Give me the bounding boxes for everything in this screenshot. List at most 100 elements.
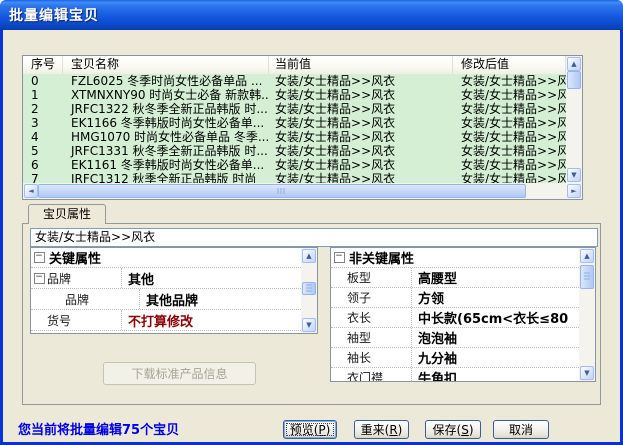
attribute-label: 领子 <box>347 288 412 307</box>
window-title: 批量编辑宝贝 <box>9 5 99 25</box>
attribute-value[interactable]: 其他 <box>122 269 301 288</box>
cell-current: 女装/女士精品>>风衣 <box>269 88 453 102</box>
attribute-row[interactable]: − 衣长 中长款(65cm<衣长≤80 <box>331 308 579 328</box>
cell-name: FZL6025 冬季时尚女性必备单品 ... <box>63 74 269 88</box>
nonkey-attributes-panel: − 非关键属性 − 板型 高腰型 − 领子 方领 <box>330 247 596 382</box>
vertical-scroll-thumb[interactable] <box>567 71 581 89</box>
cell-name: JRFC1312 秋季全新正品韩版 时尚 <box>63 172 269 183</box>
cell-current: 女装/女士精品>>风衣 <box>269 130 453 144</box>
table-row[interactable]: 7 JRFC1312 秋季全新正品韩版 时尚 女装/女士精品>>风衣 女装/女士… <box>23 172 566 183</box>
attribute-value[interactable]: 九分袖 <box>412 348 579 367</box>
vertical-scroll-thumb[interactable] <box>302 282 316 295</box>
redo-button[interactable]: 重来(R) <box>354 420 409 439</box>
cell-current: 女装/女士精品>>风衣 <box>269 116 453 130</box>
table-row[interactable]: 4 HMG1070 时尚女性必备单品 冬季... 女装/女士精品>>风衣 女装/… <box>23 130 566 144</box>
listview-header: 序号 宝贝名称 当前值 修改后值 <box>23 56 566 75</box>
attribute-row[interactable]: − 衣门襟 牛角扣 <box>331 368 579 381</box>
attribute-row[interactable]: − 品牌 其他 <box>31 268 301 289</box>
download-product-info-button[interactable]: 下载标准产品信息 <box>103 362 256 385</box>
table-row[interactable]: 2 JRFC1322 秋冬季全新正品韩版 时... 女装/女士精品>>风衣 女装… <box>23 102 566 116</box>
attribute-row[interactable]: − 货号 不打算修改 <box>31 310 301 331</box>
cell-index: 3 <box>23 116 63 130</box>
cell-modified: 女装/女士精品>>风衣 <box>453 144 566 158</box>
cell-current: 女装/女士精品>>风衣 <box>269 158 453 172</box>
thumb-grip-icon <box>584 273 590 282</box>
cell-index: 5 <box>23 144 63 158</box>
scroll-up-button[interactable]: ▲ <box>302 249 316 263</box>
cell-modified: 女装/女士精品>>风衣 <box>453 158 566 172</box>
scroll-down-button[interactable]: ▼ <box>580 366 594 380</box>
attribute-value[interactable]: 牛角扣 <box>412 368 579 381</box>
attribute-value[interactable]: 高腰型 <box>412 268 579 287</box>
cell-name: JRFC1322 秋冬季全新正品韩版 时... <box>63 102 269 116</box>
attribute-value[interactable]: 其他品牌 <box>140 290 301 309</box>
cell-current: 女装/女士精品>>风衣 <box>269 74 453 88</box>
key-attributes-title: 关键属性 <box>47 248 101 267</box>
cell-modified: 女装/女士精品>>风衣 <box>453 74 566 88</box>
collapse-icon[interactable]: − <box>34 252 45 263</box>
cell-index: 7 <box>23 172 63 183</box>
scroll-left-button[interactable]: ◄ <box>24 184 38 198</box>
column-header-current[interactable]: 当前值 <box>269 56 453 74</box>
column-header-index[interactable]: 序号 <box>23 56 63 74</box>
scroll-right-button[interactable]: ► <box>567 184 581 198</box>
attribute-label: 衣长 <box>347 308 412 327</box>
horizontal-scroll-thumb[interactable] <box>38 184 526 198</box>
attribute-row[interactable]: − 板型 高腰型 <box>331 268 579 288</box>
tab-item-attributes[interactable]: 宝贝属性 <box>28 204 106 224</box>
scroll-down-button[interactable]: ▼ <box>302 318 316 332</box>
attribute-label: 板型 <box>347 268 412 287</box>
cell-name: XTMNXNY90 时尚女士必备 新款韩... <box>63 88 269 102</box>
cell-index: 1 <box>23 88 63 102</box>
nonkey-attributes-title: 非关键属性 <box>347 248 414 267</box>
attribute-value[interactable]: 中长款(65cm<衣长≤80 <box>412 308 579 327</box>
cancel-button[interactable]: 取消 <box>493 420 549 439</box>
table-row[interactable]: 1 XTMNXNY90 时尚女士必备 新款韩... 女装/女士精品>>风衣 女装… <box>23 88 566 102</box>
attribute-row[interactable]: − 袖型 泡泡袖 <box>331 328 579 348</box>
cell-modified: 女装/女士精品>>风衣 <box>453 130 566 144</box>
scroll-up-button[interactable]: ▲ <box>580 249 594 263</box>
table-row[interactable]: 6 EK1161 冬季韩版时尚女性必备单... 女装/女士精品>>风衣 女装/女… <box>23 158 566 172</box>
attribute-row[interactable]: − 袖长 九分袖 <box>331 348 579 368</box>
attribute-row[interactable]: − 领子 方领 <box>331 288 579 308</box>
category-path-field[interactable]: 女装/女士精品>>风衣 <box>30 228 598 247</box>
cell-modified: 女装/女士精品>>风衣 <box>453 102 566 116</box>
cell-name: HMG1070 时尚女性必备单品 冬季... <box>63 130 269 144</box>
scroll-down-button[interactable]: ▼ <box>567 168 581 182</box>
table-row[interactable]: 3 EK1166 冬季韩版时尚女性必备单... 女装/女士精品>>风衣 女装/女… <box>23 116 566 130</box>
vertical-scroll-thumb[interactable] <box>580 265 594 289</box>
listview-vertical-scrollbar[interactable]: ▲ ▼ <box>566 56 582 183</box>
nonkey-attributes-header[interactable]: − 非关键属性 <box>331 248 579 268</box>
attribute-row[interactable]: − 品牌 其他品牌 <box>31 289 301 310</box>
status-text: 您当前将批量编辑75个宝贝 <box>18 419 179 438</box>
table-row[interactable]: 0 FZL6025 冬季时尚女性必备单品 ... 女装/女士精品>>风衣 女装/… <box>23 74 566 88</box>
preview-button[interactable]: 预览(P) <box>283 420 337 439</box>
collapse-icon[interactable]: − <box>34 273 45 284</box>
cell-modified: 女装/女士精品>>风衣 <box>453 172 566 183</box>
attribute-label: 袖型 <box>347 328 412 347</box>
key-attributes-rows: − 品牌 其他 − 品牌 其他品牌 − 货号 不打算修改 <box>31 268 301 331</box>
attribute-label: 袖长 <box>347 348 412 367</box>
listview-rows: 0 FZL6025 冬季时尚女性必备单品 ... 女装/女士精品>>风衣 女装/… <box>23 74 566 183</box>
table-row[interactable]: 5 JRFC1331 秋冬季全新正品韩版 时... 女装/女士精品>>风衣 女装… <box>23 144 566 158</box>
attribute-label: 品牌 <box>47 289 140 309</box>
batch-edit-dialog: 批量编辑宝贝 序号 宝贝名称 当前值 修改后值 0 FZL6025 冬季时尚女性… <box>0 0 623 445</box>
nonkey-panel-scrollbar[interactable]: ▲ ▼ <box>579 248 595 381</box>
cell-name: EK1161 冬季韩版时尚女性必备单... <box>63 158 269 172</box>
listview-horizontal-scrollbar[interactable]: ◄ ► <box>23 183 582 199</box>
column-header-modified[interactable]: 修改后值 <box>453 56 566 74</box>
collapse-icon[interactable]: − <box>334 252 345 263</box>
key-panel-scrollbar[interactable]: ▲ ▼ <box>301 248 317 333</box>
thumb-grip-icon <box>278 188 287 194</box>
attribute-value[interactable]: 方领 <box>412 288 579 307</box>
nonkey-attributes-rows: − 板型 高腰型 − 领子 方领 − 衣长 中长款(65cm<衣长≤80 <box>331 268 579 381</box>
cell-name: EK1166 冬季韩版时尚女性必备单... <box>63 116 269 130</box>
scroll-up-button[interactable]: ▲ <box>567 57 581 71</box>
attribute-label: 品牌 <box>47 268 122 288</box>
key-attributes-header[interactable]: − 关键属性 <box>31 248 301 268</box>
attribute-value[interactable]: 泡泡袖 <box>412 328 579 347</box>
attribute-value[interactable]: 不打算修改 <box>122 311 301 330</box>
save-button[interactable]: 保存(S) <box>425 420 481 439</box>
cell-current: 女装/女士精品>>风衣 <box>269 144 453 158</box>
column-header-name[interactable]: 宝贝名称 <box>63 56 269 74</box>
